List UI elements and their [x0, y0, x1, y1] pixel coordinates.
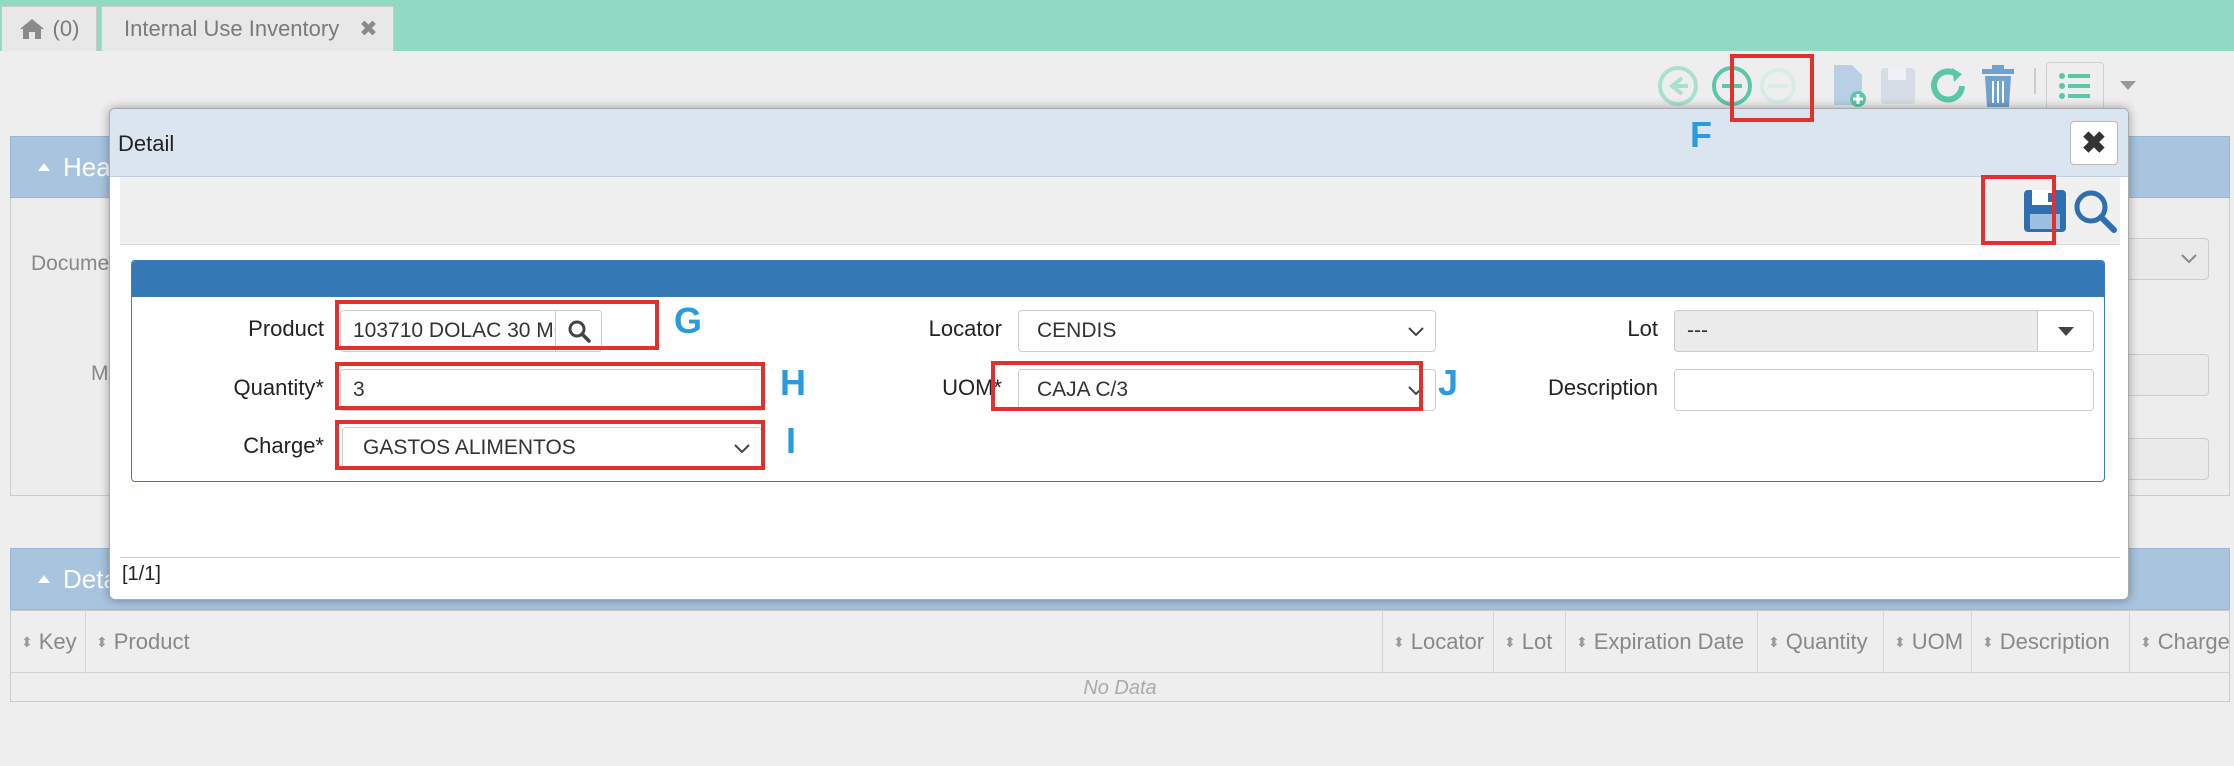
chevron-down-icon	[1408, 386, 1424, 396]
tab-home[interactable]: (0)	[1, 6, 97, 51]
dialog-pager: [1/1]	[120, 557, 2120, 591]
lot-field[interactable]: ---	[1674, 310, 2094, 352]
header-field[interactable]	[2119, 438, 2209, 480]
save-icon[interactable]	[1874, 62, 1922, 110]
annotation-label-j: J	[1438, 362, 1459, 403]
dialog-save-button[interactable]	[2020, 185, 2070, 237]
sort-icon: ⬍	[1982, 633, 1994, 650]
uom-label: UOM*	[942, 375, 1002, 400]
charge-value: GASTOS ALIMENTOS	[363, 436, 576, 459]
new-document-icon[interactable]	[1824, 62, 1872, 110]
column-header-description[interactable]: ⬍ Description	[1972, 611, 2130, 673]
toolbar-separator	[1810, 68, 1812, 94]
column-header-quantity[interactable]: ⬍ Quantity	[1758, 611, 1884, 673]
delete-icon[interactable]	[1974, 62, 2022, 110]
detail-dialog: Detail ✖ Product 103710 DOLAC 30 MG A Qu…	[109, 108, 2129, 600]
description-field[interactable]	[1674, 369, 2094, 411]
locator-label: Locator	[928, 316, 1002, 341]
tab-close-icon[interactable]: ✖	[359, 16, 377, 42]
field-label-m: M	[91, 362, 109, 385]
sort-icon: ⬍	[1576, 633, 1588, 650]
quantity-label: Quantity*	[233, 375, 325, 400]
uom-value: CAJA C/3	[1037, 378, 1129, 401]
uom-select[interactable]: CAJA C/3	[1018, 369, 1436, 411]
search-icon	[568, 320, 591, 343]
search-icon	[2074, 190, 2117, 233]
dialog-toolbar	[120, 177, 2120, 245]
back-icon[interactable]	[1654, 62, 1702, 110]
sort-icon: ⬍	[1768, 633, 1780, 650]
header-field[interactable]	[2119, 354, 2209, 396]
column-header-uom[interactable]: ⬍ UOM	[1884, 611, 1972, 673]
form-header-bar	[132, 261, 2104, 297]
chevron-down-icon	[734, 444, 750, 454]
product-label: Product	[248, 316, 324, 341]
tab-home-count: (0)	[52, 16, 80, 41]
annotation-label-g: G	[674, 300, 703, 341]
annotation-label-i: I	[786, 420, 797, 461]
home-icon	[19, 19, 44, 39]
sort-icon: ⬍	[21, 633, 33, 650]
sort-icon: ⬍	[1504, 633, 1516, 650]
column-header-key[interactable]: ⬍ Key	[11, 611, 86, 673]
refresh-icon[interactable]	[1924, 62, 1972, 110]
close-icon: ✖	[2081, 126, 2107, 160]
tab-bar: (0) Internal Use Inventory ✖	[0, 0, 2234, 51]
dialog-search-button[interactable]	[2072, 185, 2118, 237]
chevron-down-icon	[1408, 327, 1424, 337]
dialog-close-button[interactable]: ✖	[2070, 121, 2118, 165]
tab-internal-use-inventory[interactable]: Internal Use Inventory ✖	[101, 6, 394, 51]
list-icon[interactable]	[2046, 62, 2104, 110]
column-header-locator[interactable]: ⬍ Locator	[1383, 611, 1494, 673]
sort-icon: ⬍	[1894, 633, 1906, 650]
dialog-header: Detail ✖	[110, 109, 2128, 177]
caret-up-icon	[38, 575, 50, 583]
column-header-charge[interactable]: ⬍ Charge	[2130, 611, 2231, 673]
quantity-value: 3	[353, 378, 365, 401]
caret-up-icon	[38, 163, 50, 171]
floppy-disk-icon	[2024, 190, 2066, 232]
charge-select[interactable]: GASTOS ALIMENTOS	[342, 427, 762, 469]
annotation-label-f: F	[1690, 114, 1712, 155]
chevron-down-icon	[2181, 254, 2197, 264]
grid-header: ⬍ Key ⬍ Product ⬍ Locator ⬍ Lot ⬍ Expiration …	[11, 611, 2231, 673]
sort-icon: ⬍	[2140, 633, 2152, 650]
quantity-field[interactable]: 3	[340, 369, 764, 411]
document-label: Docume	[31, 252, 110, 275]
annotation-label-h: H	[780, 362, 806, 403]
empty-grid-message: No Data	[1083, 677, 1157, 699]
description-label: Description	[1547, 375, 1658, 400]
column-header-lot[interactable]: ⬍ Lot	[1494, 611, 1566, 673]
product-search-button[interactable]	[555, 311, 601, 351]
detail-form: Product 103710 DOLAC 30 MG A Quantity* 3…	[131, 260, 2105, 482]
main-toolbar	[1634, 58, 2234, 114]
dropdown-icon[interactable]	[2108, 62, 2148, 110]
header-panel-label: Hea	[63, 151, 111, 182]
product-field[interactable]: 103710 DOLAC 30 MG A	[340, 310, 602, 352]
lot-dropdown-button[interactable]	[2037, 311, 2093, 351]
toolbar-separator	[2034, 68, 2036, 94]
locator-value: CENDIS	[1037, 319, 1117, 342]
sort-icon: ⬍	[1393, 633, 1405, 650]
lot-label: Lot	[1627, 316, 1658, 341]
column-header-expiration-date[interactable]: ⬍ Expiration Date	[1566, 611, 1758, 673]
remove-icon[interactable]	[1754, 62, 1802, 110]
sort-icon: ⬍	[96, 633, 108, 650]
detail-grid: ⬍ Key ⬍ Product ⬍ Locator ⬍ Lot ⬍ Expiration …	[10, 610, 2230, 702]
locator-select[interactable]: CENDIS	[1018, 310, 1436, 352]
product-value: 103710 DOLAC 30 MG A	[353, 319, 589, 342]
caret-down-icon	[2057, 326, 2074, 336]
column-header-product[interactable]: ⬍ Product	[86, 611, 1383, 673]
charge-label: Charge*	[243, 433, 324, 458]
add-icon[interactable]	[1708, 62, 1756, 110]
lot-value: ---	[1687, 319, 1708, 342]
dialog-title: Detail	[118, 131, 175, 156]
tab-title: Internal Use Inventory	[124, 16, 340, 41]
header-select[interactable]	[2119, 238, 2209, 280]
